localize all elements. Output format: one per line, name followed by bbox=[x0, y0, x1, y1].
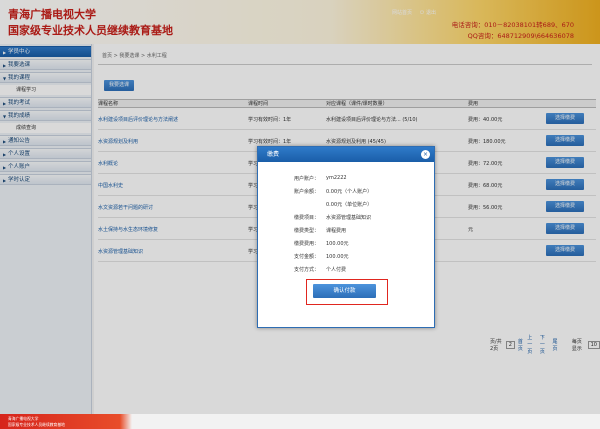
field-pay-fee: 缴费费用： 100.00元 bbox=[294, 241, 349, 247]
field-balance-unit: 0.00元（单位账户） bbox=[326, 202, 373, 208]
field-pay-method: 支付方式： 个人付费 bbox=[294, 267, 347, 273]
highlight-box bbox=[306, 279, 388, 305]
field-pay-type: 缴费类型： 课程费用 bbox=[294, 228, 347, 234]
field-user-account: 用户账户： ym2222 bbox=[294, 175, 347, 182]
field-pay-amount: 支付金额： 100.00元 bbox=[294, 254, 349, 260]
dialog-title: 缴费 × bbox=[258, 147, 434, 162]
footer-line2: 国家级专业技术人员继续教育基地 bbox=[8, 422, 65, 427]
field-pay-item: 缴费项目： 水资源管理基础知识 bbox=[294, 215, 372, 221]
close-icon[interactable]: × bbox=[421, 150, 430, 159]
footer: 青海广播电视大学 国家级专业技术人员继续教育基地 bbox=[0, 414, 600, 429]
field-balance-personal: 账户余额： 0.00元（个人账户） bbox=[294, 189, 373, 195]
